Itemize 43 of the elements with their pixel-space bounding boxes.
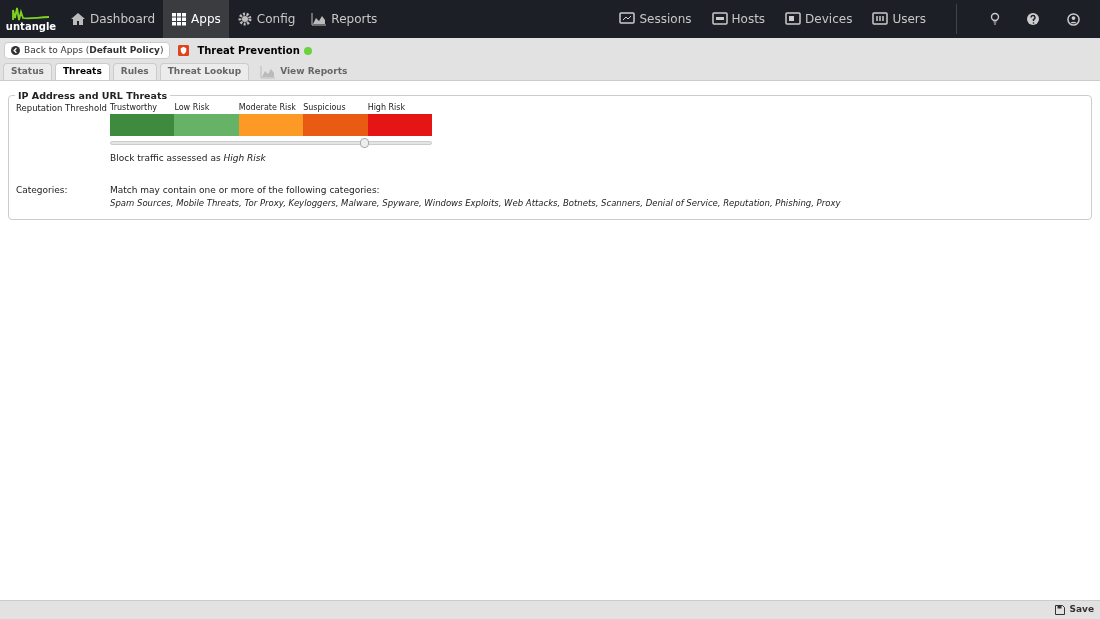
slider-thumb[interactable] [359, 138, 369, 148]
risk-level-label: Trustworthy [110, 102, 158, 113]
help-icon[interactable] [1027, 13, 1039, 25]
nav-link[interactable]: Hosts [701, 10, 776, 28]
logo-text: untangle [5, 22, 57, 32]
wave-logo-icon [11, 6, 51, 22]
users-icon [872, 12, 889, 26]
tab[interactable]: Status [3, 63, 52, 80]
nav-link[interactable]: Users [862, 10, 936, 28]
risk-level-label: Low Risk [174, 102, 210, 113]
tab[interactable]: Rules [112, 63, 157, 80]
back-arrow-icon [11, 46, 20, 55]
risk-level-label: Moderate Risk [238, 102, 296, 113]
nav-tab[interactable]: Reports [303, 0, 386, 38]
field-label: Reputation Threshold [16, 102, 108, 115]
risk-level-label: High Risk [367, 102, 406, 113]
area-chart-icon [311, 11, 328, 27]
shield-icon [178, 45, 190, 56]
server-icon [711, 12, 728, 26]
app-title: Threat Prevention [197, 44, 300, 58]
nav-link[interactable]: Sessions [609, 10, 702, 28]
nav-tab[interactable]: Config [228, 0, 304, 38]
settings-icon [236, 11, 253, 27]
nav-tab[interactable]: Apps [163, 0, 229, 38]
view-reports-link[interactable]: View Reports [252, 63, 356, 80]
tab[interactable]: Threat Lookup [159, 63, 250, 80]
home-icon [70, 11, 86, 27]
monitor-icon [619, 12, 636, 26]
field-label: Categories: [16, 183, 69, 197]
user-account-icon[interactable] [1067, 12, 1080, 26]
tab[interactable]: Threats [54, 63, 110, 80]
back-button[interactable]: Back to Apps (Default Policy) [4, 42, 171, 59]
nav-link[interactable]: Devices [775, 10, 863, 28]
save-button[interactable]: Save [1055, 603, 1094, 617]
lightbulb-icon[interactable] [988, 12, 1002, 26]
block-description: Block traffic assessed as High Risk [110, 152, 267, 165]
categories-list: Spam Sources, Mobile Threats, Tor Proxy, Keyloggers, Malware, Spyware, Windows Exploits, Web Attacks, Botnets, Scanners, Denial of Service, Reputation, Phishing, Proxy [110, 197, 841, 210]
devices-icon [785, 12, 802, 26]
categories-intro: Match may contain one or more of the following categories: [110, 183, 381, 197]
area-chart-icon [260, 63, 277, 80]
risk-level-label: Suspicious [303, 102, 346, 113]
grid-icon [171, 11, 188, 27]
nav-tab[interactable]: Dashboard [62, 0, 164, 38]
